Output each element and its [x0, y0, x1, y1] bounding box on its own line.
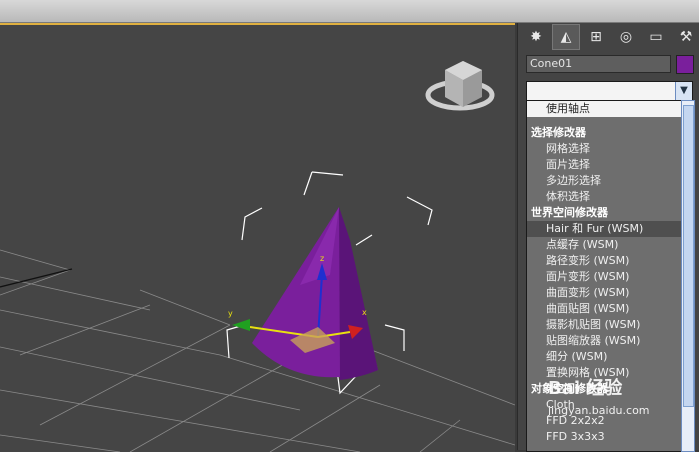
- world-axis-line: [0, 268, 73, 288]
- grid-line: [39, 324, 231, 426]
- create-icon[interactable]: ✸: [522, 24, 550, 50]
- object-name-row: Cone01: [526, 55, 694, 74]
- grid-line: [419, 419, 461, 452]
- grid-line: [0, 434, 121, 452]
- gizmo-z-label: z: [320, 254, 324, 263]
- ground-grid: [0, 249, 515, 452]
- top-toolbar: [0, 0, 699, 23]
- grid-line: [0, 309, 221, 356]
- perspective-viewport[interactable]: y x z: [0, 23, 515, 452]
- utilities-icon[interactable]: ⚒: [672, 24, 699, 50]
- watermark-logo: Bai 经验: [548, 378, 623, 399]
- command-panel-tabs: ✸ ◭ ⊞ ◎ ▭ ⚒: [518, 23, 699, 51]
- list-item[interactable]: 曲面变形 (WSM): [527, 285, 682, 301]
- list-item[interactable]: 网格选择: [527, 141, 682, 157]
- grid-line: [0, 249, 71, 271]
- grid-line: [0, 269, 71, 296]
- list-item[interactable]: 路径变形 (WSM): [527, 253, 682, 269]
- chevron-down-icon[interactable]: ▼: [675, 82, 692, 100]
- grid-line: [139, 289, 231, 326]
- list-item[interactable]: 点缓存 (WSM): [527, 237, 682, 253]
- list-item[interactable]: 贴图缩放器 (WSM): [527, 333, 682, 349]
- list-item[interactable]: 使用轴点: [527, 101, 682, 117]
- cone-object[interactable]: [252, 207, 378, 380]
- grid-line: [19, 304, 151, 356]
- motion-icon[interactable]: ◎: [612, 24, 640, 50]
- list-separator: [527, 117, 682, 125]
- list-group-header: 选择修改器: [531, 126, 586, 139]
- list-group-header: 世界空间修改器: [531, 206, 608, 219]
- list-item[interactable]: 摄影机贴图 (WSM): [527, 317, 682, 333]
- list-item[interactable]: 面片变形 (WSM): [527, 269, 682, 285]
- modifier-list-dropdown[interactable]: ▼: [526, 81, 693, 101]
- gizmo-y-label: y: [228, 309, 233, 318]
- watermark: Bai 经验 jingyan.baidu.com: [548, 374, 688, 434]
- list-item-selected[interactable]: Hair 和 Fur (WSM): [527, 221, 682, 237]
- viewport-scene: y x z: [0, 61, 515, 452]
- display-icon[interactable]: ▭: [642, 24, 670, 50]
- watermark-url: jingyan.baidu.com: [548, 404, 650, 417]
- list-item[interactable]: 多边形选择: [527, 173, 682, 189]
- object-name-field[interactable]: Cone01: [526, 55, 671, 73]
- grid-line: [269, 384, 381, 452]
- grid-line: [0, 346, 301, 411]
- object-color-swatch[interactable]: [676, 55, 694, 74]
- scrollbar-thumb[interactable]: [683, 105, 694, 407]
- list-item[interactable]: 体积选择: [527, 189, 682, 205]
- list-item[interactable]: 细分 (WSM): [527, 349, 682, 365]
- list-item[interactable]: 面片选择: [527, 157, 682, 173]
- viewcube[interactable]: [425, 61, 495, 111]
- list-item[interactable]: 曲面贴图 (WSM): [527, 301, 682, 317]
- gizmo-x-label: x: [362, 308, 367, 317]
- modify-icon[interactable]: ◭: [552, 24, 580, 50]
- hierarchy-icon[interactable]: ⊞: [582, 24, 610, 50]
